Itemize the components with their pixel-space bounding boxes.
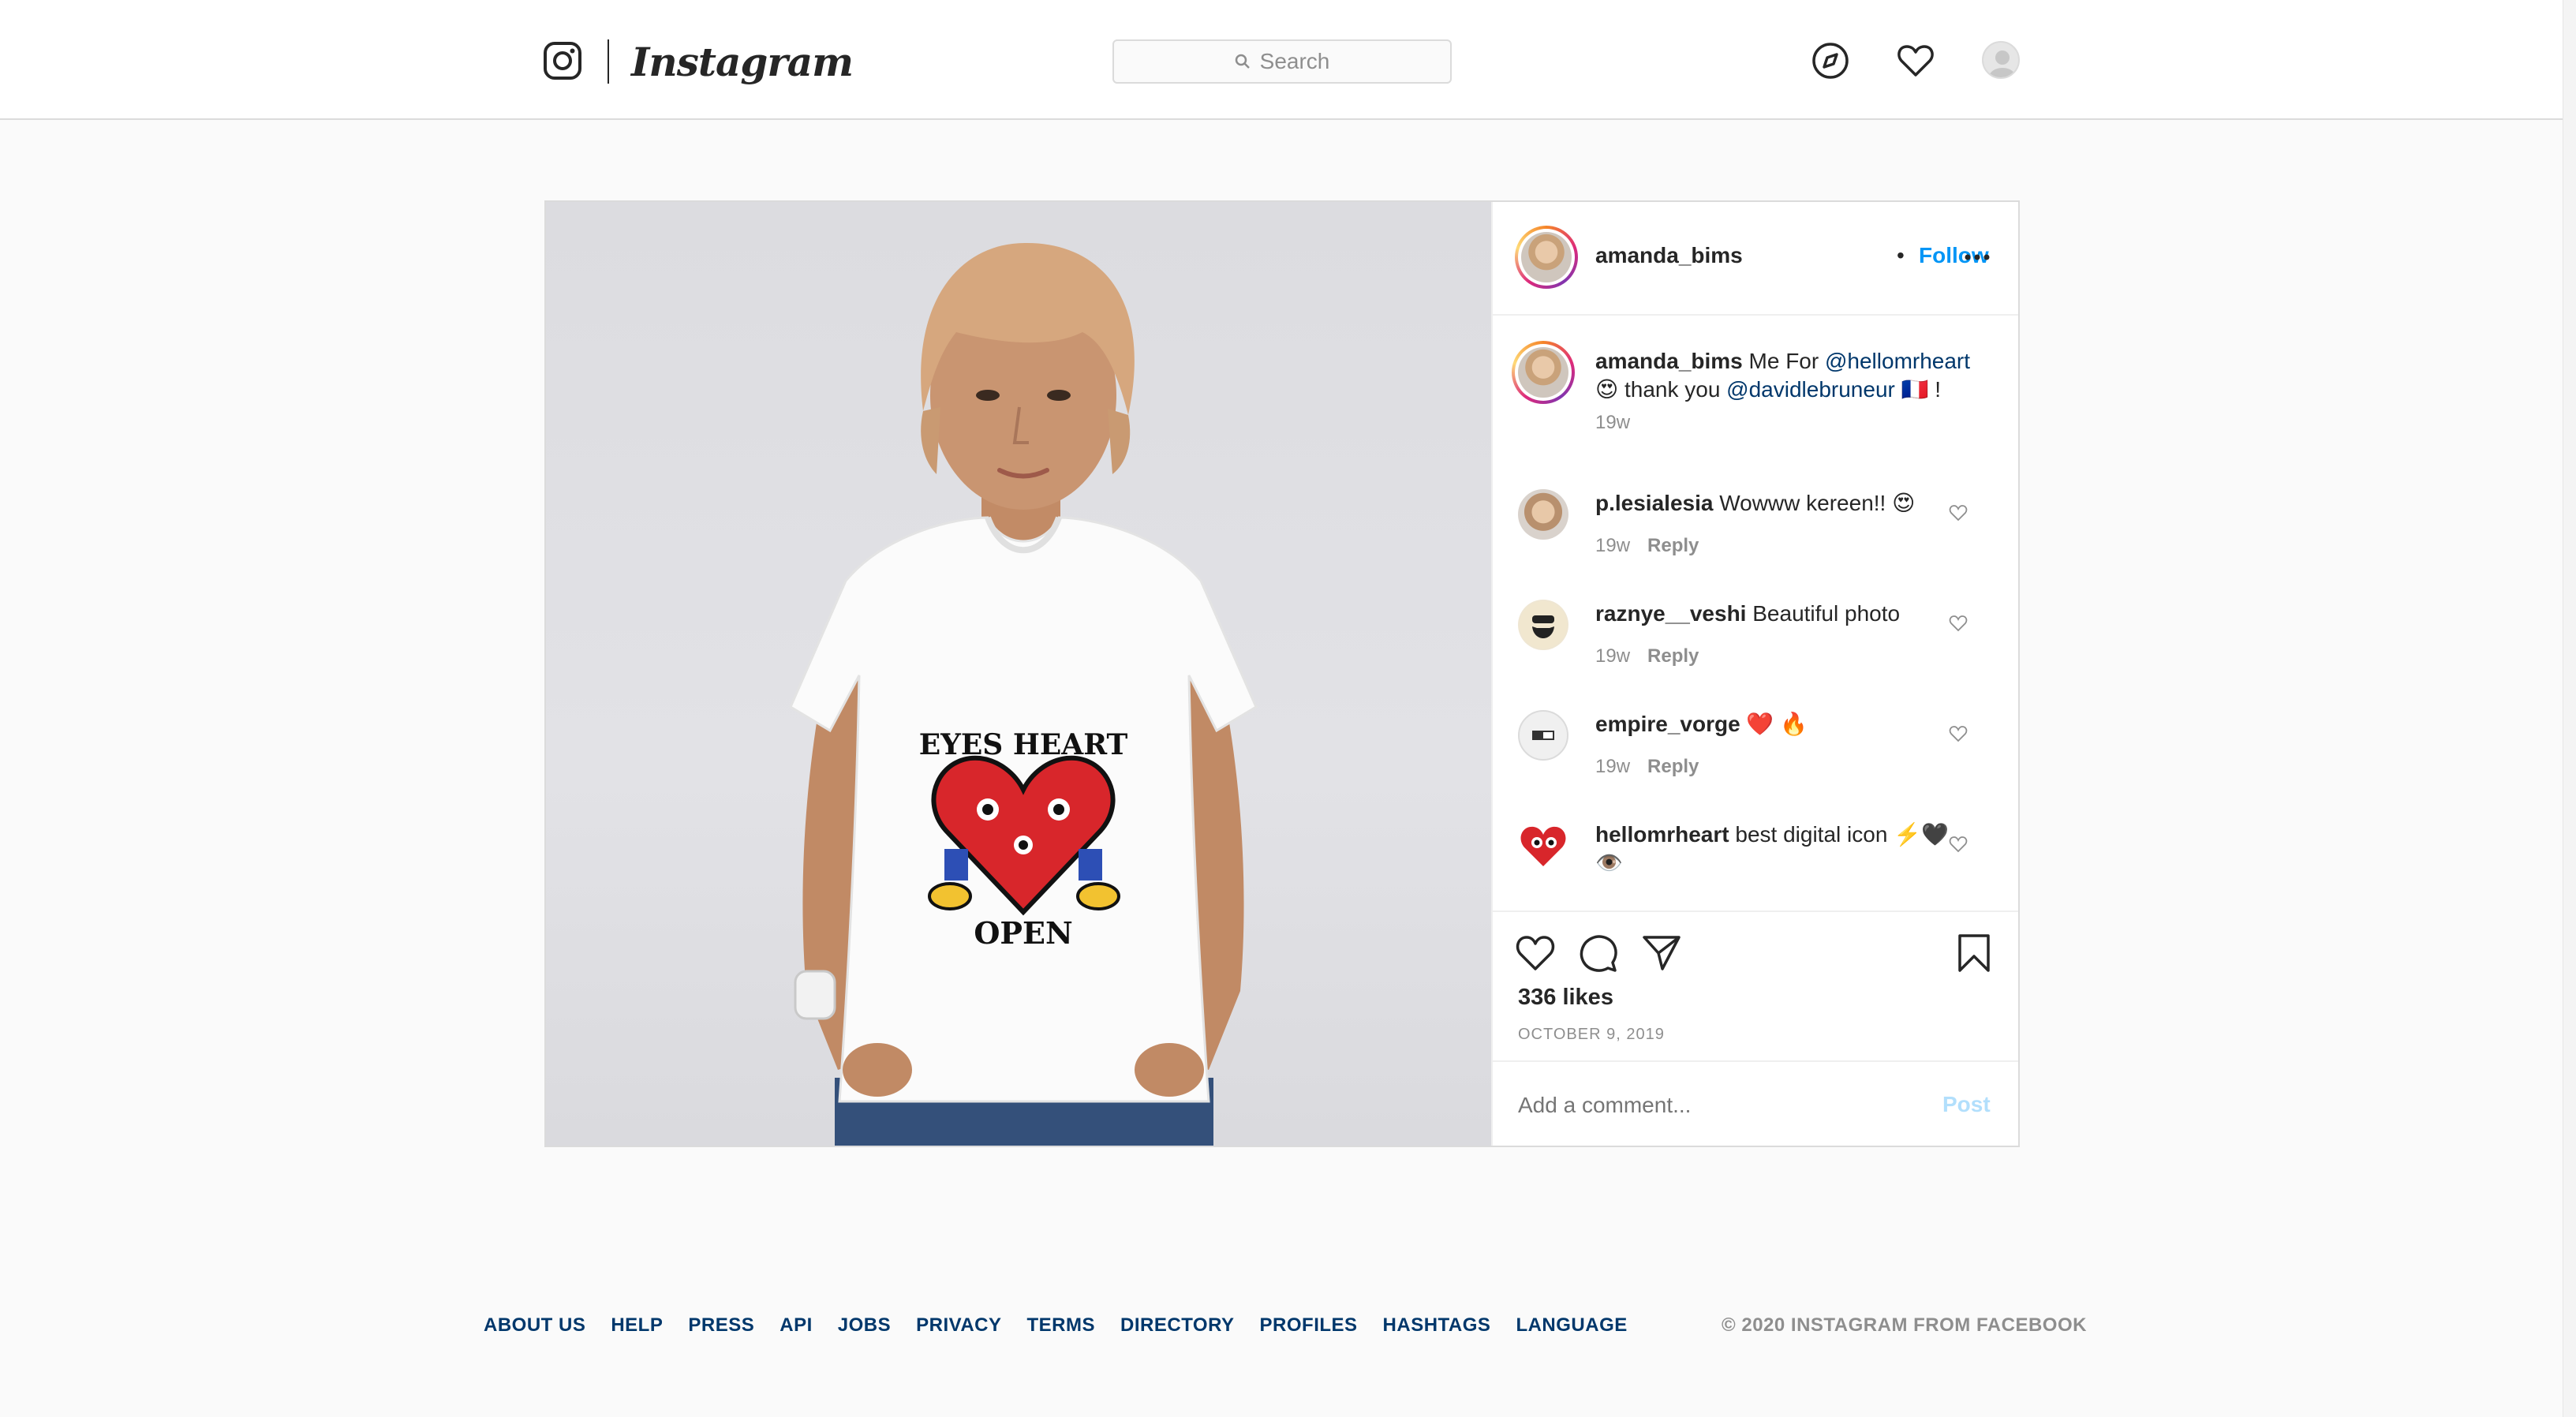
shirt-top-text: EYES HEART: [919, 728, 1128, 761]
footer-link-hashtags[interactable]: HASHTAGS: [1383, 1314, 1491, 1337]
save-bookmark-icon[interactable]: [1953, 933, 1995, 974]
post-card: EYES HEART OPEN amanda_bims • Follow ama…: [544, 200, 2020, 1147]
post-photo[interactable]: EYES HEART OPEN: [546, 202, 1491, 1146]
footer-link-privacy[interactable]: PRIVACY: [916, 1314, 1001, 1337]
comment-username[interactable]: hellomrheart: [1595, 822, 1729, 847]
comment-meta: 19w Reply: [1595, 645, 1699, 667]
caption-mention-davidlebruneur[interactable]: @davidlebruneur: [1726, 377, 1895, 402]
author-avatar[interactable]: [1515, 226, 1578, 289]
search-icon: [1235, 54, 1250, 69]
activity-heart-icon[interactable]: [1896, 41, 1935, 80]
comment-avatar[interactable]: [1518, 489, 1568, 540]
page-scrollbar[interactable]: [2563, 0, 2576, 1417]
comment-like-heart-icon[interactable]: [1949, 835, 1968, 854]
profile-avatar[interactable]: [1982, 41, 2020, 79]
watch-shape: [794, 970, 836, 1020]
footer-link-api[interactable]: API: [780, 1314, 813, 1337]
comment-like-heart-icon[interactable]: [1949, 503, 1968, 522]
copyright-text: © 2020 INSTAGRAM FROM FACEBOOK: [1722, 1314, 2087, 1336]
comment-username[interactable]: empire_vorge: [1595, 712, 1740, 736]
likes-count[interactable]: 336 likes: [1518, 985, 1613, 1011]
post-date: OCTOBER 9, 2019: [1518, 1026, 1665, 1043]
comment-avatar[interactable]: [1518, 600, 1568, 650]
comment-text: hellomrheart best digital icon ⚡️🖤👁️: [1595, 822, 1949, 875]
instagram-wordmark-logo[interactable]: Instagram: [631, 35, 854, 90]
shirt-bottom-text: OPEN: [974, 915, 1072, 951]
comment-username[interactable]: p.lesialesia: [1595, 491, 1713, 515]
footer-link-help[interactable]: HELP: [611, 1314, 663, 1337]
more-options-icon[interactable]: [1961, 241, 1993, 273]
comment-avatar[interactable]: [1518, 821, 1568, 871]
post-actions: 336 likes OCTOBER 9, 2019: [1493, 910, 2018, 1060]
caption-time: 19w: [1595, 412, 1631, 433]
add-comment-input[interactable]: [1518, 1086, 1912, 1125]
search-input[interactable]: Search: [1112, 39, 1452, 84]
post-comment-button[interactable]: Post: [1942, 1092, 1991, 1117]
author-username[interactable]: amanda_bims: [1595, 243, 1743, 268]
footer-link-profiles[interactable]: PROFILES: [1260, 1314, 1358, 1337]
footer-link-terms[interactable]: TERMS: [1027, 1314, 1096, 1337]
heart-character-avatar-icon: [1520, 826, 1566, 866]
top-navigation-bar: Instagram Search: [0, 0, 2563, 120]
comment-bubble-icon[interactable]: [1578, 933, 1619, 974]
comment-like-heart-icon[interactable]: [1949, 614, 1968, 633]
footer-link-jobs[interactable]: JOBS: [838, 1314, 891, 1337]
footer-link-directory[interactable]: DIRECTORY: [1120, 1314, 1235, 1337]
reply-button[interactable]: Reply: [1647, 756, 1699, 777]
comment-text: empire_vorge ❤️ 🔥: [1595, 712, 1808, 736]
default-avatar-icon: [1989, 50, 2016, 77]
logo-divider: [608, 39, 609, 84]
reply-button[interactable]: Reply: [1647, 645, 1699, 667]
caption-mention-hellomrheart[interactable]: @hellomrheart: [1825, 349, 1970, 373]
empire-logo-avatar-icon: [1532, 731, 1554, 740]
caption-text: amanda_bims Me For @hellomrheart 😍 thank…: [1595, 349, 1971, 402]
comment-text: p.lesialesia Wowww kereen!! 😍: [1595, 491, 1916, 515]
footer-link-language[interactable]: LANGUAGE: [1516, 1314, 1627, 1337]
bearded-man-avatar-icon: [1520, 601, 1567, 649]
post-photo-illustration: EYES HEART OPEN: [789, 242, 1258, 1146]
explore-compass-icon[interactable]: [1811, 41, 1850, 80]
separator-dot: •: [1897, 243, 1905, 267]
footer-link-press[interactable]: PRESS: [688, 1314, 754, 1337]
footer-link-about[interactable]: ABOUT US: [484, 1314, 585, 1337]
search-placeholder: Search: [1259, 49, 1330, 73]
comment-like-heart-icon[interactable]: [1949, 724, 1968, 743]
comment-meta: 19w Reply: [1595, 756, 1699, 777]
post-header: amanda_bims • Follow: [1493, 202, 2018, 316]
like-heart-icon[interactable]: [1515, 933, 1556, 974]
add-comment-bar: Post: [1493, 1060, 2018, 1146]
reply-button[interactable]: Reply: [1647, 535, 1699, 556]
comment-meta: 19w Reply: [1595, 535, 1699, 556]
instagram-glyph-icon[interactable]: [543, 41, 582, 80]
caption-author-avatar[interactable]: [1512, 341, 1575, 404]
comment-avatar[interactable]: [1518, 710, 1568, 761]
caption-username[interactable]: amanda_bims: [1595, 349, 1743, 373]
comment-text: raznye__veshi Beautiful photo: [1595, 601, 1901, 626]
comment-username[interactable]: raznye__veshi: [1595, 601, 1746, 626]
footer-links: ABOUT US HELP PRESS API JOBS PRIVACY TER…: [484, 1314, 1653, 1337]
share-paper-plane-icon[interactable]: [1641, 933, 1682, 974]
post-side-panel: amanda_bims • Follow amanda_bims Me For …: [1491, 202, 2018, 1146]
